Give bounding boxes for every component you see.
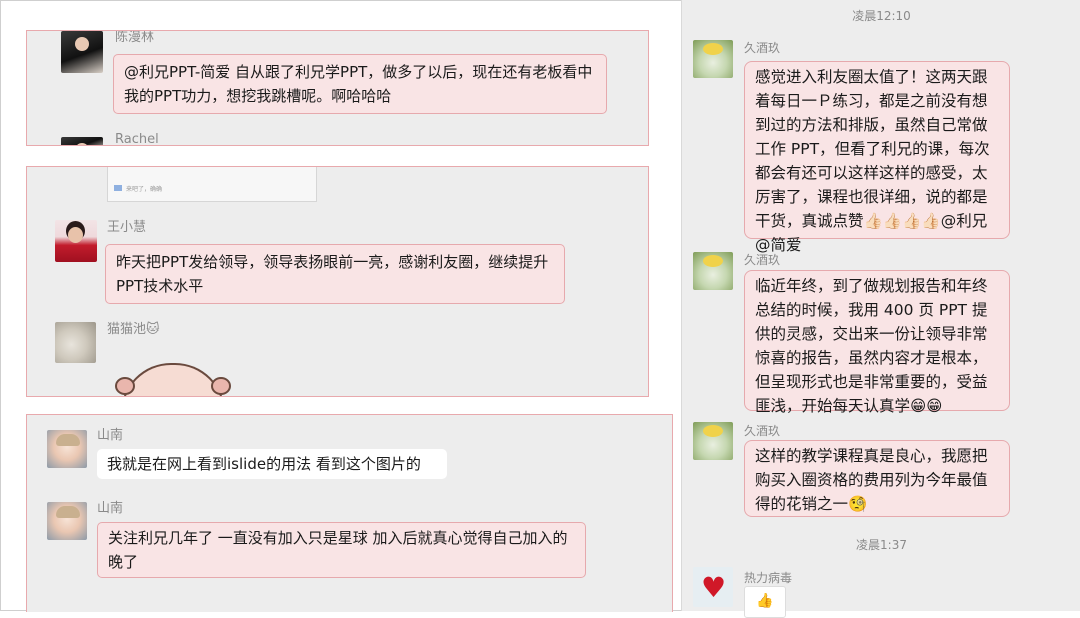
sender-name: 久酒玖 — [744, 253, 781, 267]
chat-excerpt-panel-1: 陈漫林 @利兄PPT-简爱 自从跟了利兄学PPT，做多了以后，现在还有老板看中我… — [26, 30, 649, 146]
message-bubble: 感觉进入利友圈太值了！这两天跟着每日一Ｐ练习，都是之前没有想到过的方法和排版，虽… — [744, 61, 1010, 254]
thumbnail-caption: 来吧了，确确 — [126, 186, 163, 193]
sender-name: 猫猫池🐱 — [107, 322, 160, 337]
chat-window: 凌晨12:10 久酒玖 感觉进入利友圈太值了！这两天跟着每日一Ｐ练习，都是之前没… — [681, 0, 1080, 618]
sender-name: 王小慧 — [107, 220, 147, 235]
file-icon — [114, 185, 122, 191]
timestamp: 凌晨1:37 — [856, 538, 907, 552]
avatar[interactable] — [693, 252, 733, 290]
message-bubble: 关注利兄几年了 一直没有加入只是星球 加入后就真心觉得自己加入的晚了 — [97, 522, 586, 578]
message-bubble: 临近年终，到了做规划报告和年终总结的时候，我用 400 页 PPT 提供的灵感，… — [744, 270, 1010, 415]
avatar[interactable] — [55, 220, 97, 262]
sender-name: 山南 — [97, 428, 124, 443]
sender-name: 热力病毒 — [744, 571, 793, 585]
image-thumbnail[interactable]: 来吧了，确确 — [107, 167, 317, 202]
sender-name: 山南 — [97, 501, 124, 516]
avatar[interactable] — [61, 137, 103, 145]
avatar[interactable] — [693, 422, 733, 460]
timestamp: 凌晨12:10 — [852, 9, 911, 23]
message-bubble: 我就是在网上看到islide的用法 看到这个图片的 — [97, 449, 447, 479]
avatar[interactable] — [47, 430, 87, 468]
avatar[interactable] — [55, 322, 96, 363]
message-bubble: 昨天把PPT发给领导，领导表扬眼前一亮，感谢利友圈，继续提升PPT技术水平 — [105, 244, 565, 304]
chat-excerpt-panel-3: 山南 我就是在网上看到islide的用法 看到这个图片的 山南 关注利兄几年了 … — [26, 414, 673, 612]
sender-name: 陈漫林 — [115, 30, 155, 45]
message-bubble: 这样的教学课程真是良心，我愿把购买入圈资格的费用列为今年最值得的花销之一🧐 — [744, 440, 1010, 517]
avatar[interactable] — [61, 31, 103, 73]
avatar[interactable] — [47, 502, 87, 540]
message-bubble: @利兄PPT-简爱 自从跟了利兄学PPT，做多了以后，现在还有老板看中我的PPT… — [113, 54, 607, 114]
sender-name: 久酒玖 — [744, 41, 781, 55]
avatar[interactable] — [693, 40, 733, 78]
sender-name: Rachel — [115, 132, 159, 146]
sender-name: 久酒玖 — [744, 424, 781, 438]
avatar[interactable] — [693, 567, 733, 607]
image-message[interactable] — [744, 586, 786, 618]
sticker-image[interactable] — [115, 363, 231, 396]
chat-excerpt-panel-2: 来吧了，确确 王小慧 昨天把PPT发给领导，领导表扬眼前一亮，感谢利友圈，继续提… — [26, 166, 649, 397]
